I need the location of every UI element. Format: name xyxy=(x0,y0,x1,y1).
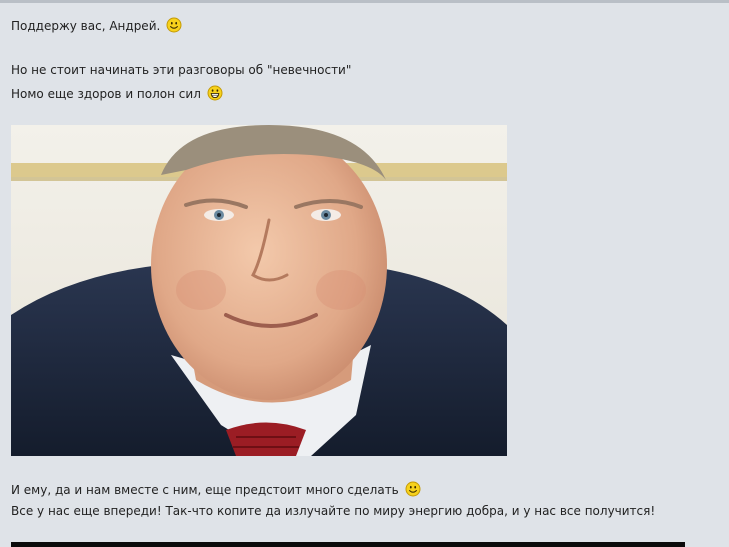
post-text: Номо еще здоров и полон сил xyxy=(11,87,201,101)
post-line: Номо еще здоров и полон сил xyxy=(11,85,223,101)
post-image xyxy=(11,125,507,456)
post-line: Но не стоит начинать эти разговоры об "н… xyxy=(11,62,351,78)
post-line: И ему, да и нам вместе с ним, еще предст… xyxy=(11,481,421,497)
post-text: И ему, да и нам вместе с ним, еще предст… xyxy=(11,483,399,497)
grin-emoticon-icon xyxy=(207,85,223,101)
post-text: Все у нас еще впереди! Так-что копите да… xyxy=(11,504,656,518)
post-line: Поддержу вас, Андрей. xyxy=(11,17,182,33)
post-text: Но не стоит начинать эти разговоры об "н… xyxy=(11,63,352,77)
next-media-preview xyxy=(11,542,685,547)
smile-emoticon-icon xyxy=(166,17,182,33)
post-line: Все у нас еще впереди! Так-что копите да… xyxy=(11,503,655,519)
top-border xyxy=(0,0,729,3)
post-text: Поддержу вас, Андрей. xyxy=(11,19,161,33)
smile-emoticon-icon xyxy=(405,481,421,497)
